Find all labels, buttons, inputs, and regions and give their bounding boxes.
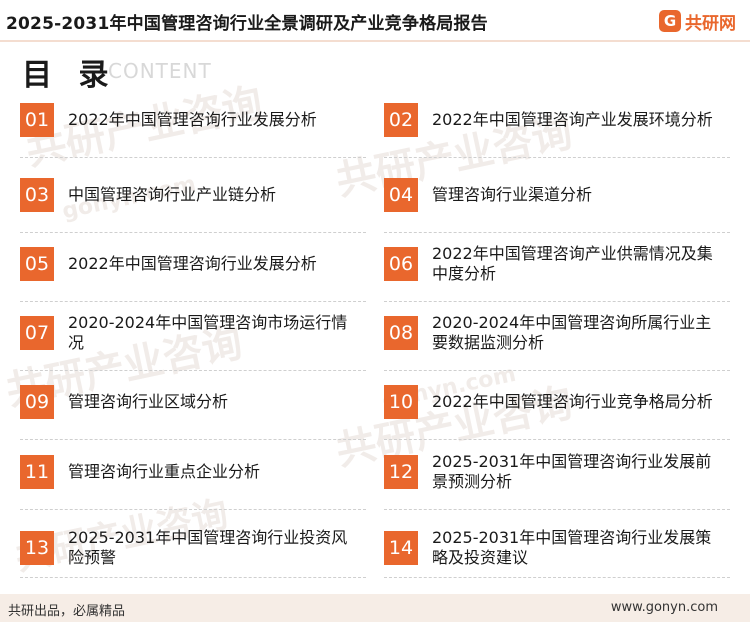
divider (384, 439, 730, 440)
logo-icon: G (659, 10, 681, 32)
toc-item[interactable]: 02 2022年中国管理咨询产业发展环境分析 (384, 103, 730, 163)
toc-label: 2022年中国管理咨询行业发展分析 (68, 254, 317, 273)
toc-item[interactable]: 06 2022年中国管理咨询产业供需情况及集中度分析 (384, 244, 730, 307)
toc-label: 管理咨询行业渠道分析 (432, 185, 593, 204)
toc-label: 管理咨询行业区域分析 (68, 392, 229, 411)
toc-item[interactable]: 13 2025-2031年中国管理咨询行业投资风险预警 (20, 528, 366, 591)
divider (20, 301, 366, 302)
toc-item[interactable]: 01 2022年中国管理咨询行业发展分析 (20, 103, 366, 163)
toc-number-badge: 09 (20, 385, 54, 419)
toc-number-badge: 05 (20, 247, 54, 281)
toc-label: 中国管理咨询行业产业链分析 (68, 185, 277, 204)
toc-label: 2022年中国管理咨询行业发展分析 (68, 110, 317, 129)
contents-heading: 目 录 CONTENT (22, 50, 211, 93)
footer-slogan: 共研出品，必属精品 (8, 604, 126, 619)
toc-number-badge: 11 (20, 455, 54, 489)
toc-item[interactable]: 12 2025-2031年中国管理咨询行业发展前景预测分析 (384, 452, 730, 515)
divider (20, 370, 366, 371)
toc-label: 2022年中国管理咨询产业供需情况及集中度分析 (432, 244, 713, 283)
toc-label: 2020-2024年中国管理咨询市场运行情况 (68, 313, 348, 352)
divider (384, 370, 730, 371)
toc-number-badge: 01 (20, 103, 54, 137)
toc-number-badge: 07 (20, 316, 54, 350)
toc-label: 2025-2031年中国管理咨询行业发展策略及投资建议 (432, 528, 712, 567)
toc-number-badge: 03 (20, 178, 54, 212)
footer-bar: 共研出品，必属精品 www.gonyn.com (0, 594, 750, 622)
divider (20, 439, 366, 440)
toc-label: 管理咨询行业重点企业分析 (68, 462, 261, 481)
divider (384, 157, 730, 158)
divider (384, 577, 730, 578)
toc-item[interactable]: 11 管理咨询行业重点企业分析 (20, 455, 366, 515)
toc-item[interactable]: 04 管理咨询行业渠道分析 (384, 178, 730, 238)
toc-number-badge: 08 (384, 316, 418, 350)
toc-number-badge: 04 (384, 178, 418, 212)
toc-label: 2025-2031年中国管理咨询行业投资风险预警 (68, 528, 348, 567)
header-bar: 2025-2031年中国管理咨询行业全景调研及产业竞争格局报告 G 共研网 (0, 0, 750, 42)
footer-url-link[interactable]: www.gonyn.com (611, 600, 718, 615)
toc-label: 2022年中国管理咨询行业竞争格局分析 (432, 392, 713, 411)
toc-number-badge: 06 (384, 247, 418, 281)
toc-item[interactable]: 08 2020-2024年中国管理咨询所属行业主要数据监测分析 (384, 313, 730, 376)
toc-number-badge: 02 (384, 103, 418, 137)
divider (20, 577, 366, 578)
divider (384, 232, 730, 233)
toc-item[interactable]: 05 2022年中国管理咨询行业发展分析 (20, 247, 366, 307)
toc-item[interactable]: 10 2022年中国管理咨询行业竞争格局分析 (384, 385, 730, 445)
toc-number-badge: 14 (384, 531, 418, 565)
toc-item[interactable]: 14 2025-2031年中国管理咨询行业发展策略及投资建议 (384, 528, 730, 591)
toc-number-badge: 13 (20, 531, 54, 565)
report-title: 2025-2031年中国管理咨询行业全景调研及产业竞争格局报告 (6, 14, 488, 34)
toc-label: 2022年中国管理咨询产业发展环境分析 (432, 110, 713, 129)
brand-logo[interactable]: G 共研网 (659, 8, 736, 34)
divider (20, 232, 366, 233)
toc-label: 2025-2031年中国管理咨询行业发展前景预测分析 (432, 452, 712, 491)
toc-item[interactable]: 09 管理咨询行业区域分析 (20, 385, 366, 445)
toc-number-badge: 10 (384, 385, 418, 419)
divider (384, 301, 730, 302)
contents-title: 目 录 (22, 58, 117, 93)
contents-subtitle: CONTENT (108, 59, 212, 83)
toc-label: 2020-2024年中国管理咨询所属行业主要数据监测分析 (432, 313, 712, 352)
logo-text: 共研网 (685, 13, 736, 34)
toc-item[interactable]: 03 中国管理咨询行业产业链分析 (20, 178, 366, 238)
toc-item[interactable]: 07 2020-2024年中国管理咨询市场运行情况 (20, 313, 366, 376)
toc-number-badge: 12 (384, 455, 418, 489)
divider (20, 157, 366, 158)
divider (384, 509, 730, 510)
divider (20, 509, 366, 510)
